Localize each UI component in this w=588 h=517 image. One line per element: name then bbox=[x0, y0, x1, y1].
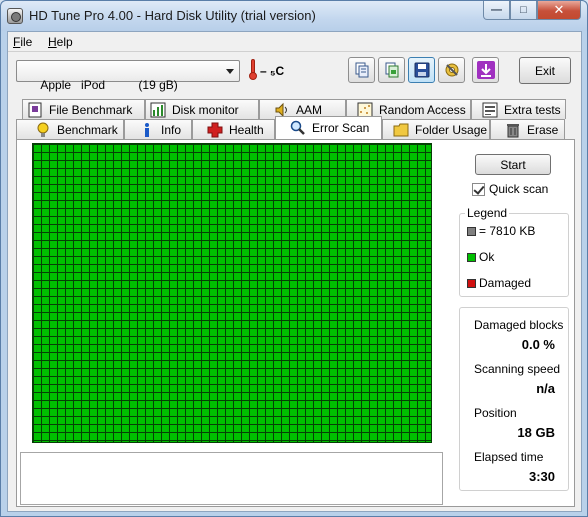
scanning-speed-label: Scanning speed bbox=[474, 362, 561, 376]
tab-erase-label: Erase bbox=[527, 122, 559, 137]
options-button[interactable] bbox=[438, 57, 465, 83]
tab-erase[interactable]: Erase bbox=[490, 119, 565, 139]
legend-ok-label: Ok bbox=[479, 250, 495, 264]
download-icon bbox=[476, 61, 495, 79]
copy-info-button[interactable] bbox=[348, 57, 375, 83]
legend-damaged-label: Damaged bbox=[479, 276, 532, 290]
save-button[interactable] bbox=[408, 57, 435, 83]
benchmark-bulb-icon bbox=[37, 122, 49, 137]
block-swatch bbox=[467, 226, 476, 236]
menu-help-accelerator: H bbox=[48, 35, 57, 49]
tab-file-benchmark[interactable]: File Benchmark bbox=[22, 99, 145, 119]
maximize-button[interactable]: □ bbox=[510, 1, 537, 20]
menu-file[interactable]: File bbox=[13, 35, 32, 49]
copy-screenshot-icon bbox=[385, 62, 398, 78]
tab-error-scan[interactable]: Error Scan bbox=[275, 116, 382, 139]
tab-random-access-label: Random Access bbox=[379, 102, 466, 117]
menu-file-label: ile bbox=[20, 35, 33, 49]
window-controls: — □ ✕ bbox=[483, 1, 581, 20]
info-icon bbox=[145, 122, 149, 137]
options-icon bbox=[445, 63, 458, 77]
scan-log-box[interactable] bbox=[20, 452, 443, 505]
window-title: HD Tune Pro 4.00 - Hard Disk Utility (tr… bbox=[29, 8, 316, 23]
error-scan-panel: Start Quick scan Legend = 7810 KB Ok Dam… bbox=[16, 139, 575, 507]
close-button[interactable]: ✕ bbox=[537, 1, 581, 20]
damaged-swatch bbox=[467, 278, 476, 288]
legend-title: Legend bbox=[465, 206, 510, 220]
magnifier-icon bbox=[290, 120, 305, 135]
menu-separator bbox=[8, 51, 581, 52]
tab-health[interactable]: Health bbox=[192, 119, 275, 139]
legend-block-size: = 7810 KB bbox=[467, 224, 535, 238]
health-cross-icon bbox=[207, 122, 223, 137]
tab-info[interactable]: Info bbox=[124, 119, 192, 139]
menu-help[interactable]: Help bbox=[48, 35, 73, 49]
tab-extra-tests-label: Extra tests bbox=[504, 102, 561, 117]
temperature-readout: – ₅C bbox=[260, 64, 285, 78]
folder-icon bbox=[393, 123, 409, 136]
menu-bar: File Help bbox=[8, 32, 581, 52]
ok-swatch bbox=[467, 252, 476, 262]
minimize-button[interactable]: — bbox=[483, 1, 510, 20]
tab-benchmark-label: Benchmark bbox=[57, 122, 118, 137]
quick-scan-option[interactable]: Quick scan bbox=[472, 182, 548, 196]
start-button[interactable]: Start bbox=[475, 154, 551, 175]
elapsed-time-label: Elapsed time bbox=[474, 450, 544, 464]
tab-file-benchmark-label: File Benchmark bbox=[49, 102, 133, 117]
tab-health-label: Health bbox=[229, 122, 264, 137]
legend-damaged: Damaged bbox=[467, 276, 531, 290]
position-label: Position bbox=[474, 406, 517, 420]
position-value: 18 GB bbox=[517, 425, 555, 440]
elapsed-time-value: 3:30 bbox=[528, 469, 555, 484]
damaged-blocks-label: Damaged blocks bbox=[474, 318, 564, 332]
tab-error-scan-label: Error Scan bbox=[312, 121, 370, 135]
scanning-speed-value: n/a bbox=[536, 381, 555, 396]
trash-icon bbox=[507, 123, 519, 137]
extra-tests-icon bbox=[482, 102, 498, 117]
download-button[interactable] bbox=[472, 57, 499, 83]
tab-info-label: Info bbox=[161, 122, 182, 137]
tab-aam-label: AAM bbox=[296, 102, 323, 117]
client-area: File Help Apple iPod (19 gB) – ₅C Exit F… bbox=[7, 31, 582, 512]
copy-info-icon bbox=[355, 62, 368, 78]
dropdown-arrow-icon bbox=[226, 69, 234, 74]
title-bar[interactable]: HD Tune Pro 4.00 - Hard Disk Utility (tr… bbox=[1, 1, 587, 31]
scan-stats-group: Damaged blocks 0.0 % Scanning speed n/a … bbox=[459, 307, 569, 491]
disk-monitor-icon bbox=[150, 102, 166, 117]
hd-tune-app-icon bbox=[7, 8, 23, 24]
tab-extra-tests[interactable]: Extra tests bbox=[471, 99, 566, 119]
tab-folder-usage[interactable]: Folder Usage bbox=[382, 119, 490, 139]
file-benchmark-icon bbox=[28, 102, 42, 117]
quick-scan-label: Quick scan bbox=[489, 182, 549, 196]
legend-block-size-label: = 7810 KB bbox=[479, 224, 536, 238]
tab-benchmark[interactable]: Benchmark bbox=[16, 119, 124, 139]
drive-select-value: Apple iPod (19 gB) bbox=[40, 78, 178, 92]
app-window: HD Tune Pro 4.00 - Hard Disk Utility (tr… bbox=[0, 0, 588, 517]
thermometer-icon bbox=[249, 59, 257, 81]
drive-select[interactable]: Apple iPod (19 gB) bbox=[16, 60, 240, 92]
tab-disk-monitor-label: Disk monitor bbox=[172, 102, 239, 117]
tab-folder-usage-label: Folder Usage bbox=[415, 122, 488, 137]
tab-disk-monitor[interactable]: Disk monitor bbox=[145, 99, 259, 119]
exit-button[interactable]: Exit bbox=[519, 57, 571, 84]
damaged-blocks-value: 0.0 % bbox=[521, 337, 555, 352]
save-icon bbox=[414, 62, 429, 78]
menu-help-label: elp bbox=[56, 35, 73, 49]
quick-scan-checkbox[interactable] bbox=[472, 182, 485, 196]
copy-screenshot-button[interactable] bbox=[378, 57, 405, 83]
legend-ok: Ok bbox=[467, 250, 494, 264]
scan-block-map bbox=[32, 143, 432, 443]
legend-group: Legend = 7810 KB Ok Damaged bbox=[459, 206, 569, 297]
